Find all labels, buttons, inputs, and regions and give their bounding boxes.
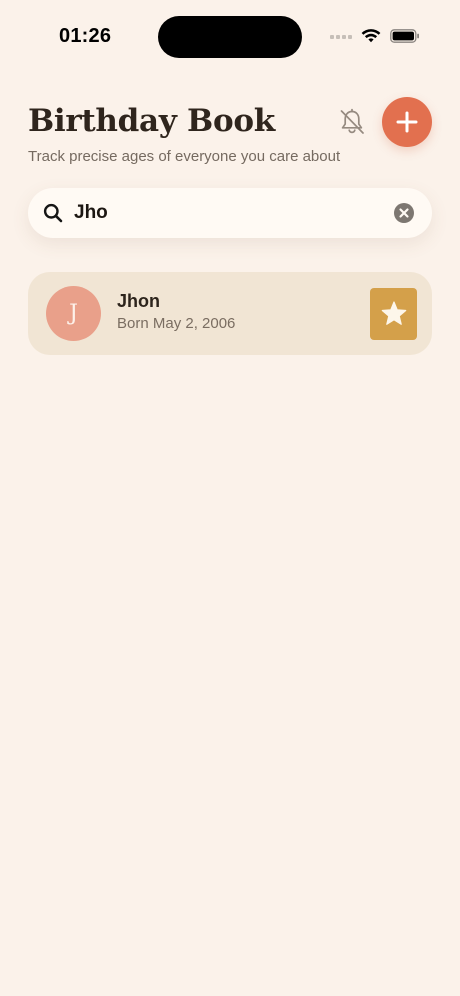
contact-name: Jhon [117,291,160,311]
bell-slash-icon [340,108,364,134]
wifi-icon [361,29,381,43]
cellular-signal-icon [330,35,352,39]
page-title: Birthday Book [28,103,275,139]
notifications-button[interactable] [334,104,370,140]
contact-card[interactable]: J Jhon Born May 2, 2006 [28,272,432,355]
status-time: 01:26 [59,25,112,47]
dynamic-island [158,16,302,58]
search-bar [28,188,432,238]
plus-icon [396,111,418,133]
avatar: J [46,286,101,341]
battery-icon [390,28,419,43]
page-subtitle: Track precise ages of everyone you care … [28,148,341,165]
add-birthday-button[interactable] [382,97,432,147]
favorite-button[interactable] [370,288,417,340]
status-icons [330,28,420,43]
avatar-initial: J [69,301,78,326]
star-icon [381,301,406,325]
status-bar: 01:26 [0,0,460,74]
clear-search-icon[interactable] [394,203,414,223]
search-input[interactable] [74,198,374,228]
search-icon [43,203,63,223]
contact-birthdate: Born May 2, 2006 [117,315,236,332]
